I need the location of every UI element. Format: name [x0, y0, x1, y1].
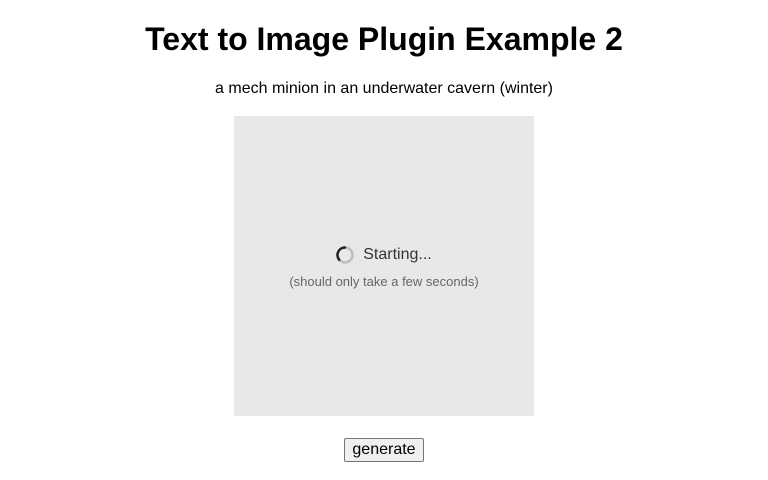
generate-button[interactable]: generate	[344, 438, 424, 462]
loading-spinner-icon	[336, 246, 354, 264]
page: Text to Image Plugin Example 2 a mech mi…	[0, 0, 768, 480]
button-row: generate	[0, 438, 768, 462]
status-hint: (should only take a few seconds)	[289, 274, 479, 289]
page-title: Text to Image Plugin Example 2	[145, 21, 623, 57]
image-output-area: Starting... (should only take a few seco…	[234, 116, 534, 416]
status-text: Starting...	[363, 246, 432, 263]
prompt-text: a mech minion in an underwater cavern (w…	[215, 80, 553, 97]
loading-status: Starting...	[234, 242, 534, 268]
